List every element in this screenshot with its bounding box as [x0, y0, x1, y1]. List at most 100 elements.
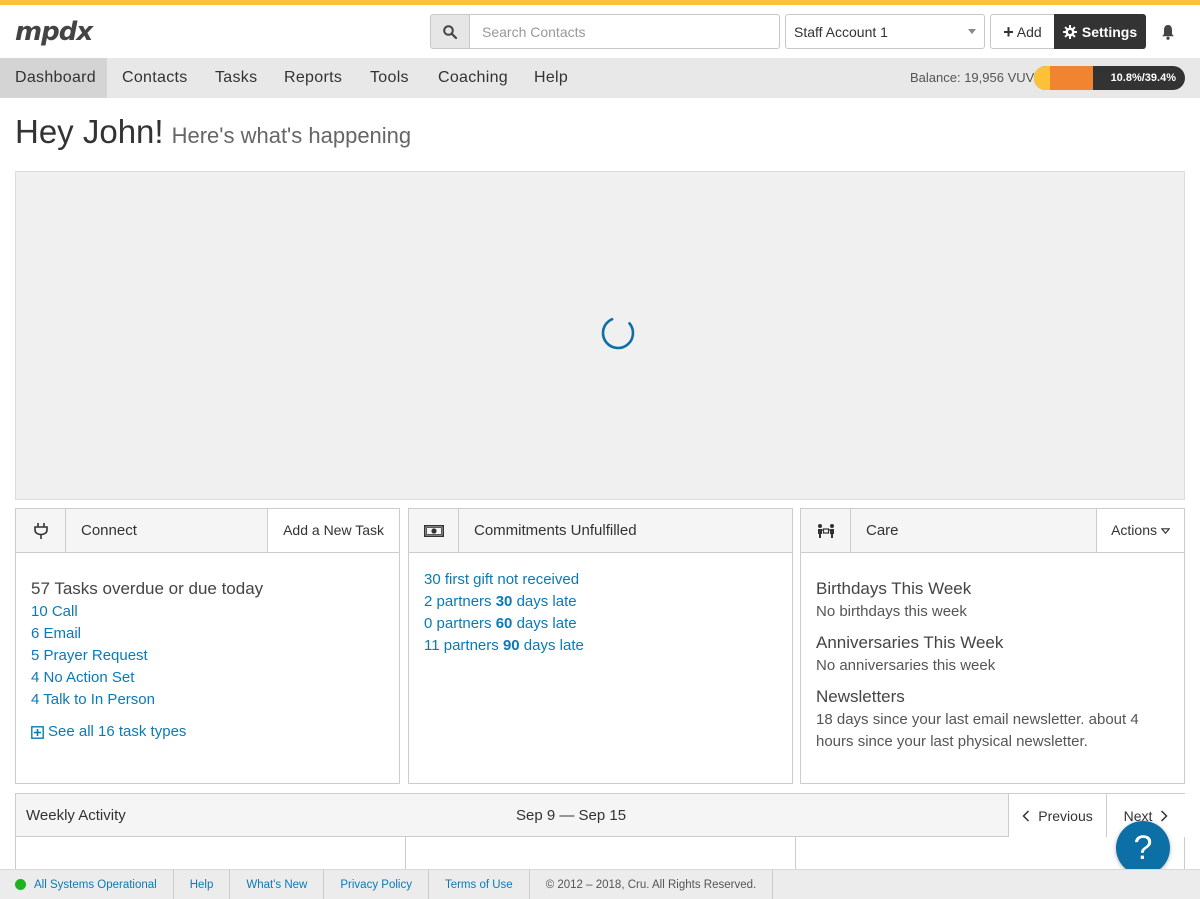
- search-button[interactable]: [430, 14, 470, 49]
- commitments-card: Commitments Unfulfilled 30 first gift no…: [408, 508, 793, 784]
- anniversaries-heading: Anniversaries This Week: [816, 633, 1004, 652]
- newsletters-heading: Newsletters: [816, 687, 905, 706]
- nav-tasks[interactable]: Tasks: [215, 58, 257, 98]
- commitments-card-body: 30 first gift not received 2 partners 30…: [424, 569, 782, 657]
- late-days: 30: [495, 593, 513, 610]
- received-progress-fill: [1034, 66, 1051, 90]
- connect-card-header: Connect Add a New Task: [16, 509, 399, 553]
- system-status-link[interactable]: All Systems Operational: [0, 869, 174, 899]
- late-prefix: 2 partners: [424, 593, 496, 610]
- connect-card-body: 57 Tasks overdue or due today 10 Call 6 …: [31, 577, 389, 743]
- chevron-left-icon: [1022, 809, 1030, 822]
- partners-60-days-late-link[interactable]: 0 partners 60 days late: [424, 613, 782, 635]
- header: mpdx Staff Account 1 + Add Settings: [0, 5, 1200, 58]
- late-prefix: 0 partners: [424, 615, 496, 632]
- status-dot-icon: [15, 879, 26, 890]
- add-button[interactable]: + Add: [990, 14, 1055, 49]
- connect-card-title: Connect: [81, 522, 137, 539]
- nav-tools[interactable]: Tools: [370, 58, 409, 98]
- chevron-down-icon: [968, 29, 976, 34]
- see-all-task-types-label: See all 16 task types: [48, 723, 187, 740]
- add-new-task-button[interactable]: Add a New Task: [267, 509, 399, 552]
- newsletters-text: 18 days since your last email newsletter…: [816, 711, 1139, 750]
- birthdays-heading: Birthdays This Week: [816, 579, 972, 598]
- care-actions-label: Actions: [1111, 522, 1157, 538]
- task-type-talk-in-person-link[interactable]: 4 Talk to In Person: [31, 689, 389, 711]
- care-actions-dropdown[interactable]: Actions: [1096, 509, 1184, 552]
- task-type-prayer-request-link[interactable]: 5 Prayer Request: [31, 645, 389, 667]
- search-input[interactable]: [469, 14, 780, 49]
- nav-coaching[interactable]: Coaching: [438, 58, 508, 98]
- nav-dashboard[interactable]: Dashboard: [0, 58, 107, 98]
- care-card-title: Care: [866, 522, 899, 539]
- account-select-value: Staff Account 1: [794, 23, 888, 40]
- system-status-label: All Systems Operational: [34, 878, 157, 891]
- main-nav: Dashboard Contacts Tasks Reports Tools C…: [0, 58, 1200, 98]
- greeting-title: Hey John!: [15, 113, 164, 150]
- goal-progress-bar[interactable]: 10.8%/39.4%: [1034, 66, 1185, 90]
- late-days: 60: [495, 615, 513, 632]
- nav-help[interactable]: Help: [534, 58, 568, 98]
- task-type-no-action-link[interactable]: 4 No Action Set: [31, 667, 389, 689]
- late-suffix: days late: [512, 593, 577, 610]
- connect-card: Connect Add a New Task 57 Tasks overdue …: [15, 508, 400, 784]
- greeting-subtitle: Here's what's happening: [171, 123, 412, 148]
- footer-terms-of-use-link[interactable]: Terms of Use: [429, 869, 530, 899]
- footer-copyright: © 2012 – 2018, Cru. All Rights Reserved.: [530, 869, 774, 899]
- greeting: Hey John! Here's what's happening: [15, 113, 411, 151]
- nav-reports[interactable]: Reports: [284, 58, 342, 98]
- partners-90-days-late-link[interactable]: 11 partners 90 days late: [424, 635, 782, 657]
- footer-help-link[interactable]: Help: [174, 869, 231, 899]
- gear-icon: [1062, 24, 1077, 39]
- logo-text: mpdx: [15, 17, 93, 47]
- late-prefix: 11 partners: [424, 637, 503, 654]
- donation-chart-placeholder: [15, 171, 1185, 500]
- see-all-task-types-link[interactable]: See all 16 task types: [31, 721, 389, 743]
- tasks-overdue-summary: 57 Tasks overdue or due today: [31, 579, 264, 598]
- anniversaries-text: No anniversaries this week: [816, 657, 996, 674]
- weekly-activity-header: Weekly Activity Sep 9 — Sep 15 Previous …: [16, 794, 1185, 837]
- care-card-header: Care Actions: [801, 509, 1184, 553]
- commitments-card-title: Commitments Unfulfilled: [474, 522, 637, 539]
- plug-icon: [16, 509, 66, 552]
- footer-privacy-policy-link[interactable]: Privacy Policy: [324, 869, 429, 899]
- settings-button[interactable]: Settings: [1054, 14, 1146, 49]
- add-button-label: Add: [1016, 23, 1042, 40]
- nav-contacts[interactable]: Contacts: [122, 58, 188, 98]
- notifications-button[interactable]: [1158, 22, 1178, 42]
- late-days: 90: [502, 637, 520, 654]
- previous-week-button[interactable]: Previous: [1008, 794, 1106, 837]
- care-card-body: Birthdays This Week No birthdays this we…: [816, 577, 1174, 753]
- previous-week-label: Previous: [1038, 807, 1093, 824]
- balance-text: Balance: 19,956 VUV: [910, 70, 1035, 85]
- search-icon: [443, 24, 457, 39]
- plus-icon: +: [1003, 21, 1014, 42]
- mpdx-logo[interactable]: mpdx: [15, 17, 93, 47]
- commitments-card-header: Commitments Unfulfilled: [409, 509, 792, 553]
- loading-spinner-icon: [601, 316, 635, 350]
- bell-icon: [1162, 25, 1174, 40]
- partners-30-days-late-link[interactable]: 2 partners 30 days late: [424, 591, 782, 613]
- account-select[interactable]: Staff Account 1: [785, 14, 985, 49]
- footer-whats-new-link[interactable]: What's New: [230, 869, 325, 899]
- weekly-activity-panel: Weekly Activity Sep 9 — Sep 15 Previous …: [15, 793, 1185, 877]
- care-card: Care Actions Birthdays This Week No birt…: [800, 508, 1185, 784]
- task-type-email-link[interactable]: 6 Email: [31, 623, 389, 645]
- help-beacon-button[interactable]: ?: [1116, 821, 1170, 875]
- question-mark-icon: ?: [1133, 828, 1153, 867]
- weekly-activity-title: Weekly Activity: [26, 807, 126, 824]
- chevron-right-icon: [1161, 809, 1168, 822]
- first-gift-not-received-link[interactable]: 30 first gift not received: [424, 569, 782, 591]
- people-icon: [801, 509, 851, 552]
- money-icon: [409, 509, 459, 552]
- settings-button-label: Settings: [1081, 23, 1138, 40]
- late-suffix: days late: [512, 615, 577, 632]
- task-type-call-link[interactable]: 10 Call: [31, 601, 389, 623]
- weekly-date-range: Sep 9 — Sep 15: [516, 807, 627, 824]
- late-suffix: days late: [519, 637, 584, 654]
- plus-square-icon: [31, 725, 44, 739]
- birthdays-text: No birthdays this week: [816, 603, 967, 620]
- progress-label: 10.8%/39.4%: [1110, 72, 1176, 84]
- caret-down-icon: [1161, 527, 1170, 534]
- footer: All Systems Operational Help What's New …: [0, 869, 1200, 899]
